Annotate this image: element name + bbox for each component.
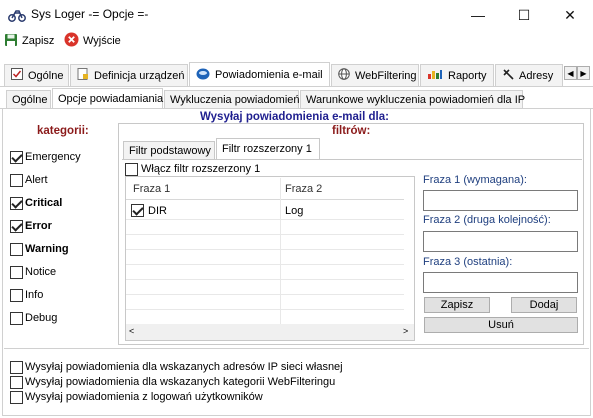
filter-tab-basic[interactable]: Filtr podstawowy [123,141,215,159]
emergency-label: Emergency [25,151,81,163]
tab-general[interactable]: Ogólne [4,64,69,86]
grid-row-line [126,279,404,280]
checklist-icon [11,68,23,83]
webfiltering-categories-checkbox[interactable] [10,376,23,389]
tabs-scroll-right-button[interactable]: ▶ [577,66,590,80]
delete-phrase-button[interactable]: Usuń [424,317,578,333]
warning-checkbox[interactable] [10,243,23,256]
phrase3-label: Fraza 3 (ostatnia): [423,256,513,268]
exit-label: Wyjście [83,35,121,47]
grid-header-line [126,199,404,200]
grid-row-line [126,294,404,295]
tab-addresses[interactable]: Adresy [495,64,563,86]
alert-label: Alert [25,174,48,186]
bottom-divider [4,348,589,349]
save-toolbar-button[interactable]: Zapisz [4,32,54,50]
add-phrase-button[interactable]: Dodaj [511,297,577,313]
tab-label: WebFiltering [355,69,417,82]
notice-label: Notice [25,266,57,278]
phrase2-input[interactable] [423,231,578,252]
pin-icon [502,68,514,83]
enable-extended-filter-label: Włącz filtr rozszerzony 1 [141,163,261,175]
tabs-scroll-left-button[interactable]: ◀ [564,66,577,80]
filter-tab-divider [122,159,582,160]
emergency-checkbox[interactable] [10,151,23,164]
tab-label: Raporty [448,69,487,82]
panel-heading: Wysyłaj powiadomienia e-mail dla: [200,111,389,123]
error-checkbox[interactable] [10,220,23,233]
grid-cell-phrase1[interactable]: DIR [148,205,167,217]
main-tab-divider [0,86,593,87]
own-network-ip-checkbox[interactable] [10,361,23,374]
tab-label: Adresy [519,69,554,82]
tab-reports[interactable]: Raporty [420,64,494,86]
user-logins-checkbox[interactable] [10,391,23,404]
grid-row-line [126,249,404,250]
user-logins-label: Wysyłaj powiadomienia z logowań użytkown… [25,391,263,403]
tab-label: Powiadomienia e-mail [215,69,323,81]
device-doc-icon [77,68,89,83]
grid-row-line [126,219,404,220]
phrase2-label: Fraza 2 (druga kolejność): [423,214,551,226]
exit-x-icon [64,32,79,50]
scroll-left-arrow-icon[interactable]: < [129,326,134,336]
grid-header-phrase2: Fraza 2 [285,183,323,195]
grid-row-line [126,234,404,235]
subtab-notification-exclusions[interactable]: Wykluczenia powiadomień [164,90,300,108]
chart-icon [427,68,443,83]
tab-label: Ogólne [28,69,64,82]
critical-checkbox[interactable] [10,197,23,210]
save-label: Zapisz [22,35,55,47]
grid-cell-phrase2[interactable]: Log [285,205,303,217]
enable-extended-filter-checkbox[interactable] [125,163,138,176]
debug-checkbox[interactable] [10,312,23,325]
grid-row-line [126,309,404,310]
app-logo-icon [8,8,26,22]
minimize-button[interactable]: — [455,0,501,30]
subtab-notification-options[interactable]: Opcje powiadamiania [52,88,163,109]
phrase3-input[interactable] [423,272,578,293]
categories-heading: kategorii: [37,125,89,137]
window-title: Sys Loger -= Opcje =- [31,7,149,21]
close-button[interactable]: ✕ [547,0,593,30]
notice-checkbox[interactable] [10,266,23,279]
floppy-disk-icon [4,33,18,50]
alert-checkbox[interactable] [10,174,23,187]
grid-header-phrase1: Fraza 1 [133,183,171,195]
info-label: Info [25,289,44,301]
maximize-button[interactable]: ☐ [501,0,547,30]
error-label: Error [25,220,52,232]
email-icon [196,68,210,83]
subtab-conditional-ip-exclusions[interactable]: Warunkowe wykluczenia powiadomień dla IP [300,90,525,108]
grid-column-divider [280,178,281,324]
phrase1-label: Fraza 1 (wymagana): [423,174,527,186]
own-network-ip-label: Wysyłaj powiadomienia dla wskazanych adr… [25,361,343,373]
phrase-grid [125,176,415,341]
exit-toolbar-button[interactable]: Wyjście [64,32,121,50]
tab-label: Definicja urządzeń [94,69,185,82]
scroll-right-arrow-icon[interactable]: > [403,326,408,336]
grid-horizontal-scrollbar[interactable] [126,324,414,340]
globe-icon [338,68,350,83]
grid-row-line [126,264,404,265]
info-checkbox[interactable] [10,289,23,302]
phrase1-input[interactable] [423,190,578,211]
tab-email-notifications[interactable]: Powiadomienia e-mail [189,62,330,87]
debug-label: Debug [25,312,58,324]
grid-row-checkbox[interactable] [131,204,144,217]
subtab-general[interactable]: Ogólne [6,90,51,108]
warning-label: Warning [25,243,69,255]
tab-webfiltering[interactable]: WebFiltering [331,64,419,86]
webfiltering-categories-label: Wysyłaj powiadomienia dla wskazanych kat… [25,376,336,388]
critical-label: Critical [25,197,63,209]
save-phrase-button[interactable]: Zapisz [424,297,490,313]
tab-device-definition[interactable]: Definicja urządzeń [70,64,188,86]
filter-tab-extended-1[interactable]: Filtr rozszerzony 1 [216,138,320,159]
